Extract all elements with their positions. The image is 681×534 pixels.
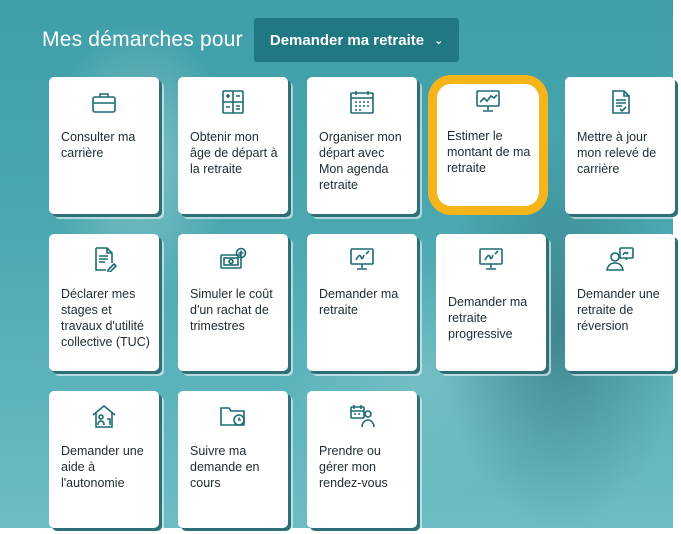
card-retraite-progressive[interactable]: Demander ma retraite progressive bbox=[436, 234, 546, 371]
demarches-header: Mes démarches pour Demander ma retraite … bbox=[42, 18, 460, 62]
monitor-sign-icon bbox=[307, 246, 417, 272]
card-demander-retraite[interactable]: Demander ma retraite bbox=[307, 234, 417, 371]
calendar-icon bbox=[307, 89, 417, 115]
card-label: Demander une retraite de réversion bbox=[577, 287, 660, 333]
demarche-selector[interactable]: Demander ma retraite ⌄ bbox=[253, 18, 460, 62]
card-consulter-carriere[interactable]: Consulter ma carrière bbox=[49, 77, 159, 214]
card-mettre-a-jour[interactable]: Mettre à jour mon relevé de carrière bbox=[565, 77, 675, 214]
card-label: Demander une aide à l'autonomie bbox=[61, 444, 144, 490]
chevron-down-icon: ⌄ bbox=[434, 34, 444, 47]
card-label: Simuler le coût d'un rachat de trimestre… bbox=[190, 287, 273, 333]
calculator-icon bbox=[178, 89, 288, 115]
card-label: Obtenir mon âge de départ à la retraite bbox=[190, 130, 278, 176]
card-aide-autonomie[interactable]: Demander une aide à l'autonomie bbox=[49, 391, 159, 528]
card-label: Prendre ou gérer mon rendez-vous bbox=[319, 444, 388, 490]
card-label: Suivre ma demande en cours bbox=[190, 444, 260, 490]
card-suivre-demande[interactable]: Suivre ma demande en cours bbox=[178, 391, 288, 528]
house-person-icon bbox=[49, 403, 159, 429]
monitor-sign-icon bbox=[436, 246, 546, 272]
card-label: Estimer le montant de ma retraite bbox=[447, 129, 531, 175]
page-edge-bottom bbox=[0, 528, 681, 534]
document-check-icon bbox=[565, 89, 675, 115]
document-edit-icon bbox=[49, 246, 159, 272]
banknote-plus-icon bbox=[178, 246, 288, 272]
card-age-depart[interactable]: Obtenir mon âge de départ à la retraite bbox=[178, 77, 288, 214]
card-label: Organiser mon départ avec Mon agenda ret… bbox=[319, 130, 402, 192]
chart-monitor-icon bbox=[437, 88, 539, 114]
card-label: Mettre à jour mon relevé de carrière bbox=[577, 130, 657, 176]
briefcase-icon bbox=[49, 89, 159, 115]
card-declarer-stages[interactable]: Déclarer mes stages et travaux d'utilité… bbox=[49, 234, 159, 371]
folder-clock-icon bbox=[178, 403, 288, 429]
card-label: Demander ma retraite progressive bbox=[448, 295, 528, 341]
person-monitor-icon bbox=[565, 246, 675, 272]
card-rendez-vous[interactable]: Prendre ou gérer mon rendez-vous bbox=[307, 391, 417, 528]
card-mon-agenda[interactable]: Organiser mon départ avec Mon agenda ret… bbox=[307, 77, 417, 214]
demarche-selector-value: Demander ma retraite bbox=[269, 31, 425, 49]
card-label: Déclarer mes stages et travaux d'utilité… bbox=[61, 287, 150, 349]
card-label: Demander ma retraite bbox=[319, 287, 399, 317]
calendar-person-icon bbox=[307, 403, 417, 429]
card-retraite-reversion[interactable]: Demander une retraite de réversion bbox=[565, 234, 675, 371]
heading-prefix: Mes démarches pour bbox=[42, 28, 243, 51]
card-rachat-trimestres[interactable]: Simuler le coût d'un rachat de trimestre… bbox=[178, 234, 288, 371]
card-estimer-montant[interactable]: Estimer le montant de ma retraite bbox=[437, 84, 539, 206]
card-label: Consulter ma carrière bbox=[61, 130, 136, 160]
